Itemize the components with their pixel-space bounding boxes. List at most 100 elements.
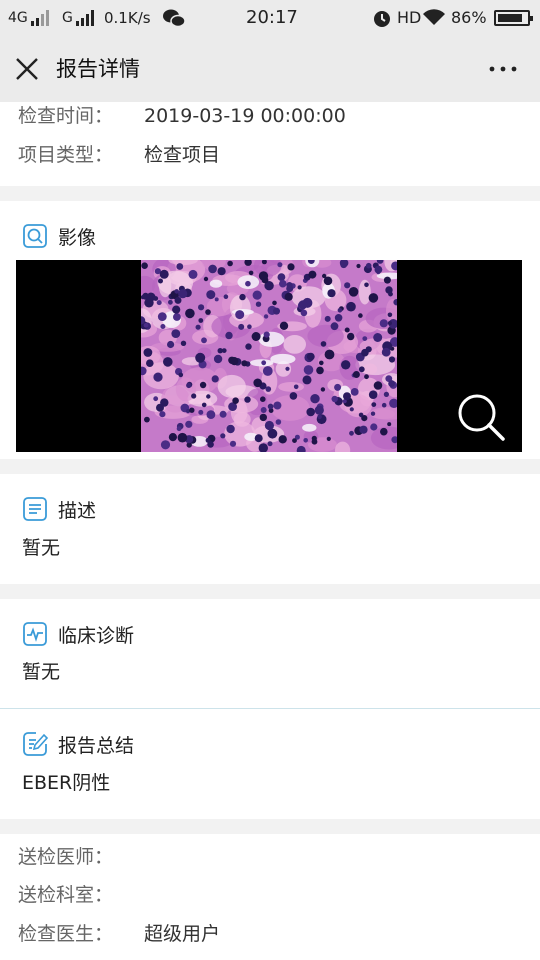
- cell-nucleus: [358, 366, 365, 373]
- cell-nucleus: [172, 305, 181, 314]
- cell-nucleus: [387, 422, 392, 427]
- battery-icon: [494, 10, 533, 26]
- cell-nucleus: [177, 432, 188, 443]
- cell-nucleus: [341, 360, 351, 370]
- cell-nucleus: [388, 356, 396, 363]
- cell-nucleus: [368, 293, 379, 303]
- cell-nucleus: [248, 270, 254, 276]
- cell-nucleus: [176, 263, 184, 270]
- cell-nucleus: [278, 435, 287, 444]
- cell-nucleus: [198, 318, 204, 323]
- project-type-label: 项目类型：: [18, 144, 114, 166]
- cell-nucleus: [208, 264, 217, 274]
- tissue-blob: [278, 382, 304, 392]
- cell-nucleus: [387, 321, 392, 326]
- cell-nucleus: [206, 290, 216, 300]
- cell-nucleus: [191, 393, 197, 399]
- network-type-g: G: [62, 10, 73, 26]
- tissue-blob: [362, 363, 378, 375]
- cell-nucleus: [160, 324, 166, 329]
- image-section: 影像: [0, 201, 540, 459]
- cell-nucleus: [263, 314, 269, 319]
- cell-nucleus: [306, 407, 315, 417]
- cell-nucleus: [314, 405, 324, 415]
- cell-nucleus: [189, 407, 195, 413]
- tissue-gap: [270, 353, 296, 365]
- project-type-value: 检查项目: [144, 144, 221, 166]
- cell-nucleus: [253, 378, 262, 388]
- cell-nucleus: [373, 381, 383, 390]
- diagnosis-summary-section: 临床诊断 暂无 报告总结 EBER阴性: [0, 599, 540, 819]
- cell-nucleus: [303, 438, 308, 443]
- cell-nucleus: [387, 312, 393, 318]
- cell-nucleus: [347, 332, 355, 341]
- cell-nucleus: [380, 427, 388, 436]
- clinical-header: 临床诊断: [22, 620, 134, 648]
- tissue-gap: [302, 423, 317, 432]
- report-image-viewer[interactable]: [16, 260, 522, 452]
- cell-nucleus: [297, 285, 302, 290]
- cell-nucleus: [143, 348, 153, 357]
- cell-nucleus: [168, 433, 177, 442]
- cell-nucleus: [385, 286, 393, 294]
- description-section: 描述 暂无: [0, 474, 540, 584]
- cell-nucleus: [383, 276, 391, 284]
- cell-nucleus: [186, 382, 192, 389]
- cell-nucleus: [201, 402, 207, 408]
- cell-nucleus: [230, 357, 239, 366]
- cell-nucleus: [349, 407, 354, 412]
- cell-nucleus: [153, 372, 163, 382]
- cell-nucleus: [381, 402, 387, 408]
- cell-nucleus: [316, 366, 324, 375]
- zoom-icon[interactable]: [456, 392, 506, 442]
- cell-nucleus: [156, 300, 162, 306]
- cell-nucleus: [213, 354, 223, 364]
- cell-nucleus: [244, 396, 251, 403]
- description-header: 描述: [22, 495, 96, 523]
- cell-nucleus: [251, 332, 261, 341]
- cell-nucleus: [374, 265, 383, 274]
- tissue-gap: [209, 279, 223, 288]
- cell-nucleus: [203, 276, 209, 282]
- cell-nucleus: [206, 394, 211, 399]
- cell-nucleus: [361, 348, 369, 357]
- cell-nucleus: [262, 366, 273, 376]
- cell-nucleus: [144, 416, 150, 423]
- cell-nucleus: [326, 436, 331, 441]
- cell-nucleus: [349, 430, 354, 436]
- wifi-icon: [423, 9, 445, 25]
- network-speed: 0.1K/s: [104, 9, 151, 27]
- referring-dept-label: 送检科室：: [18, 884, 114, 906]
- cell-nucleus: [185, 420, 193, 428]
- cell-nucleus: [267, 428, 278, 439]
- cell-nucleus: [317, 414, 322, 420]
- cell-nucleus: [293, 384, 299, 390]
- cell-nucleus: [159, 411, 166, 418]
- more-icon[interactable]: [488, 58, 518, 80]
- cell-nucleus: [284, 292, 293, 301]
- basic-info-section: 检查时间： 2019-03-19 00:00:00 项目类型： 检查项目: [0, 102, 540, 186]
- cell-nucleus: [279, 279, 287, 288]
- cell-nucleus: [227, 260, 233, 267]
- cell-nucleus: [286, 282, 293, 289]
- cell-nucleus: [364, 282, 369, 288]
- cell-nucleus: [273, 401, 282, 410]
- cell-nucleus: [344, 327, 350, 333]
- cell-nucleus: [310, 394, 320, 404]
- cell-nucleus: [322, 273, 327, 279]
- cell-nucleus: [306, 352, 315, 361]
- cell-nucleus: [205, 309, 211, 315]
- cell-nucleus: [383, 391, 389, 397]
- page-title: 报告详情: [56, 57, 140, 81]
- cell-nucleus: [298, 300, 308, 310]
- cell-nucleus: [365, 262, 372, 269]
- cell-nucleus: [319, 360, 324, 366]
- cell-nucleus: [235, 310, 245, 320]
- close-icon[interactable]: [14, 56, 40, 82]
- edit-icon: [23, 732, 48, 756]
- cell-nucleus: [260, 396, 266, 402]
- cell-nucleus: [258, 271, 269, 281]
- description-title: 描述: [58, 499, 97, 522]
- cell-nucleus: [238, 323, 245, 330]
- section-divider: [0, 708, 540, 709]
